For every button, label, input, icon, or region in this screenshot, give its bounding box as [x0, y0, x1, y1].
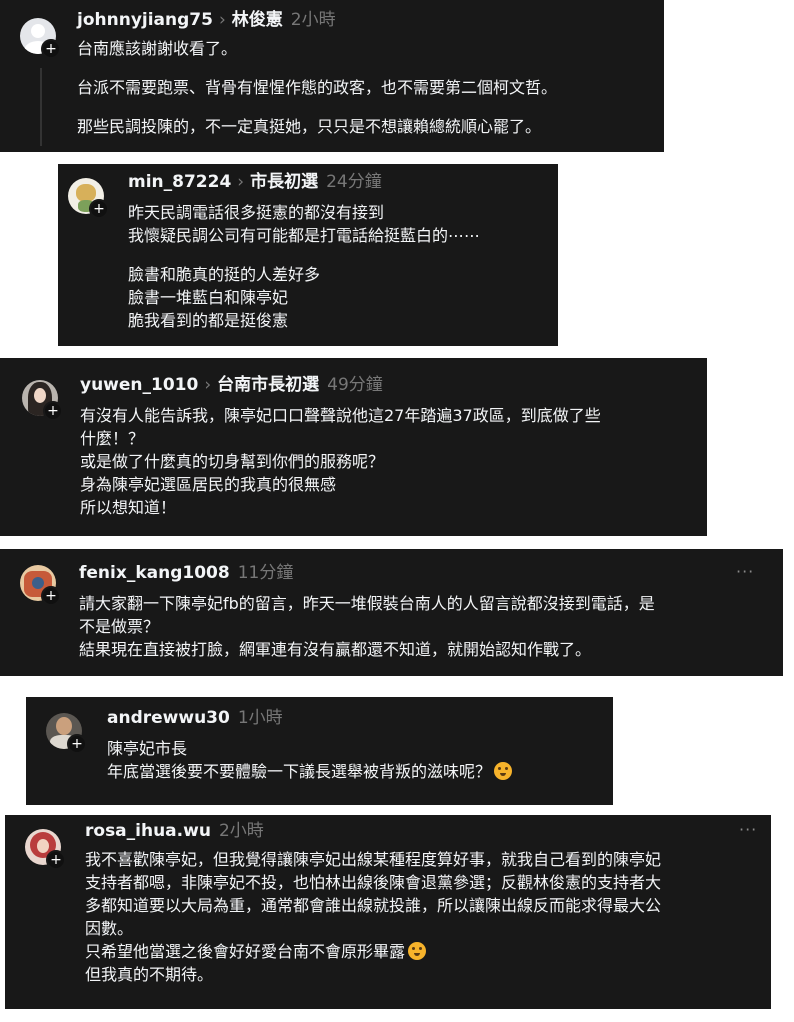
username[interactable]: rosa_ihua.wu: [85, 821, 211, 841]
comment-card: + andrewwu30 1小時 陳亭妃市長 年底當選後要不要體驗一下議長選舉被背…: [26, 697, 613, 805]
comment-body: 陳亭妃市長 年底當選後要不要體驗一下議長選舉被背叛的滋味呢？: [107, 737, 513, 783]
follow-plus-icon[interactable]: +: [41, 39, 61, 59]
username[interactable]: johnnyjiang75: [77, 10, 213, 30]
follow-plus-icon[interactable]: +: [89, 199, 109, 219]
follow-plus-icon[interactable]: +: [41, 586, 61, 606]
timestamp: 11分鐘: [237, 563, 294, 583]
username[interactable]: min_87224: [128, 172, 231, 192]
comment-line: 我懷疑民調公司有可能都是打電話給挺藍白的⋯⋯: [128, 226, 481, 245]
comment-line: 不是做票？: [79, 617, 160, 636]
comment-line: 昨天民調電話很多挺憲的都沒有接到: [128, 203, 385, 222]
username[interactable]: andrewwu30: [107, 708, 230, 728]
hand-over-mouth-emoji-icon: [494, 762, 513, 780]
comment-line: 所以想知道！: [80, 498, 177, 517]
comment-line: 脆我看到的都是挺俊憲: [128, 311, 289, 330]
comment-line: 只希望他當選之後會好好愛台南不會原形畢露: [85, 940, 661, 963]
follow-plus-icon[interactable]: +: [67, 734, 87, 754]
comment-line: 我不喜歡陳亭妃，但我覺得讓陳亭妃出線某種程度算好事，就我自己看到的陳亭妃: [85, 850, 662, 869]
comment-line: 有沒有人能告訴我，陳亭妃口口聲聲說他這27年踏遍37政區，到底做了些: [80, 406, 601, 425]
comment-body: 臉書和脆真的挺的人差好多 臉書一堆藍白和陳亭妃 脆我看到的都是挺俊憲: [128, 263, 320, 332]
timestamp: 24分鐘: [326, 172, 382, 192]
comment-line: 支持者都嗯，非陳亭妃不投，也怕林出線後陳會退黨參選；反觀林俊憲的支持者大: [85, 873, 662, 892]
more-options-icon[interactable]: ···: [736, 562, 754, 581]
follow-plus-icon[interactable]: +: [46, 850, 66, 870]
comment-line: 但我真的不期待。: [85, 965, 214, 984]
timestamp: 2小時: [218, 821, 264, 841]
username[interactable]: fenix_kang1008: [79, 563, 230, 583]
comment-line-text: 年底當選後要不要體驗一下議長選舉被背叛的滋味呢？: [107, 762, 492, 781]
comment-header: johnnyjiang75 › 林俊憲 2小時: [77, 9, 336, 31]
reply-target[interactable]: 市長初選: [250, 172, 318, 192]
timestamp: 1小時: [237, 708, 283, 728]
comment-line: 結果現在直接被打臉，網軍連有沒有贏都還不知道，就開始認知作戰了。: [79, 640, 592, 659]
username[interactable]: yuwen_1010: [80, 375, 198, 395]
comment-line: 因數。: [85, 919, 134, 938]
flushed-face-emoji-icon: [408, 942, 427, 960]
reply-target[interactable]: 台南市長初選: [217, 375, 319, 395]
comment-line: 年底當選後要不要體驗一下議長選舉被背叛的滋味呢？: [107, 760, 513, 783]
comment-line: 什麼！？: [80, 429, 145, 448]
avatar[interactable]: +: [22, 380, 63, 421]
comment-line: 台派不需要跑票、背骨有惺惺作態的政客，也不需要第二個柯文哲。: [77, 78, 558, 97]
chevron-right-icon: ›: [237, 172, 245, 192]
comment-line-text: 只希望他當選之後會好好愛台南不會原形畢露: [85, 942, 406, 961]
comment-header: rosa_ihua.wu 2小時: [85, 820, 264, 842]
reply-target[interactable]: 林俊憲: [232, 10, 283, 30]
comment-line: 身為陳亭妃選區居民的我真的很無感: [80, 475, 337, 494]
thread-line: [40, 68, 42, 146]
comment-line: 多都知道要以大局為重，通常都會誰出線就投誰，所以讓陳出線反而能求得最大公: [85, 896, 662, 915]
comment-header: andrewwu30 1小時: [107, 707, 283, 729]
comment-body: 台派不需要跑票、背骨有惺惺作態的政客，也不需要第二個柯文哲。: [77, 76, 557, 99]
chevron-right-icon: ›: [204, 375, 212, 395]
avatar[interactable]: +: [20, 565, 61, 606]
comment-header: fenix_kang1008 11分鐘: [79, 562, 293, 584]
comment-body: 請大家翻一下陳亭妃fb的留言，昨天一堆假裝台南人的人留言說都沒接到電話，是 不是…: [79, 592, 655, 661]
comment-body: 我不喜歡陳亭妃，但我覺得讓陳亭妃出線某種程度算好事，就我自己看到的陳亭妃 支持者…: [85, 848, 661, 986]
timestamp: 2小時: [290, 10, 336, 30]
comment-body: 有沒有人能告訴我，陳亭妃口口聲聲說他這27年踏遍37政區，到底做了些 什麼！？ …: [80, 404, 601, 519]
comment-header: yuwen_1010 › 台南市長初選 49分鐘: [80, 374, 383, 396]
comment-card: + min_87224 › 市長初選 24分鐘 昨天民調電話很多挺憲的都沒有接到 我懷…: [58, 164, 558, 346]
comment-body: 昨天民調電話很多挺憲的都沒有接到 我懷疑民調公司有可能都是打電話給挺藍白的⋯⋯: [128, 201, 480, 247]
avatar[interactable]: +: [68, 178, 109, 219]
comment-line: 台南應該謝謝收看了。: [77, 39, 238, 58]
follow-plus-icon[interactable]: +: [43, 401, 63, 421]
timestamp: 49分鐘: [327, 375, 383, 395]
comment-body: 那些民調投陳的，不一定真挺她，只只是不想讓賴總統順心罷了。: [77, 115, 541, 138]
comment-card: + rosa_ihua.wu 2小時 ··· 我不喜歡陳亭妃，但我覺得讓陳亭妃出線…: [5, 815, 771, 1009]
comment-line: 那些民調投陳的，不一定真挺她，只只是不想讓賴總統順心罷了。: [77, 117, 542, 136]
comment-line: 臉書和脆真的挺的人差好多: [128, 265, 321, 284]
avatar[interactable]: +: [20, 18, 61, 59]
comment-card: + yuwen_1010 › 台南市長初選 49分鐘 有沒有人能告訴我，陳亭妃口口聲聲…: [0, 358, 707, 536]
comment-line: 請大家翻一下陳亭妃fb的留言，昨天一堆假裝台南人的人留言說都沒接到電話，是: [79, 594, 655, 613]
comment-line: 陳亭妃市長: [107, 739, 188, 758]
comment-card: + fenix_kang1008 11分鐘 ··· 請大家翻一下陳亭妃fb的留言，…: [0, 549, 783, 676]
comment-line: 臉書一堆藍白和陳亭妃: [128, 288, 289, 307]
avatar[interactable]: +: [25, 829, 66, 870]
more-options-icon[interactable]: ···: [739, 820, 757, 839]
comment-header: min_87224 › 市長初選 24分鐘: [128, 171, 382, 193]
comment-card: + johnnyjiang75 › 林俊憲 2小時 台南應該謝謝收看了。 台派不需要跑…: [0, 0, 664, 152]
comment-body: 台南應該謝謝收看了。: [77, 37, 237, 60]
avatar[interactable]: +: [46, 713, 87, 754]
comment-line: 或是做了什麼真的切身幫到你們的服務呢？: [80, 452, 385, 471]
chevron-right-icon: ›: [218, 10, 226, 30]
